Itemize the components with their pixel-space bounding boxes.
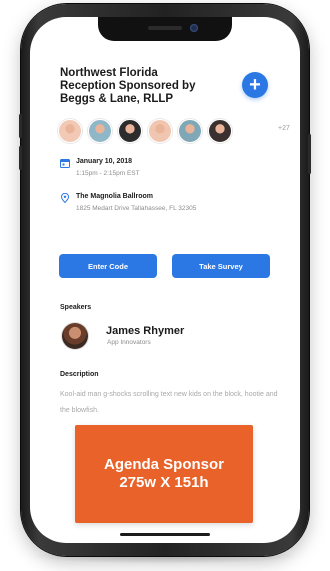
agenda-sponsor-banner[interactable]: Agenda Sponsor 275w X 151h <box>75 425 253 523</box>
date-row: January 10, 2018 1:15pm - 2:15pm EST <box>60 158 280 182</box>
avatar[interactable] <box>88 119 112 143</box>
sponsor-dimensions: 275w X 151h <box>119 474 209 491</box>
venue-name: The Magnolia Ballroom <box>76 193 154 200</box>
take-survey-button[interactable]: Take Survey <box>172 254 270 278</box>
app-screen: Northwest Florida Reception Sponsored by… <box>30 17 300 543</box>
event-title-line: Northwest Florida <box>60 67 158 79</box>
description-label: Description <box>60 371 99 378</box>
event-title-line: Beggs & Lane, RLLP <box>60 93 174 105</box>
venue-address: 1825 Medart Drive Tallahassee, FL 32305 <box>76 205 197 212</box>
notch <box>98 17 232 41</box>
avatar[interactable] <box>208 119 232 143</box>
sponsor-title: Agenda Sponsor <box>103 456 224 473</box>
description-text: Kool-aid man g-shocks scrolling text new… <box>60 391 278 414</box>
speakers-label: Speakers <box>60 304 92 311</box>
home-indicator[interactable] <box>120 533 210 536</box>
event-title-line: Reception Sponsored by <box>60 80 196 92</box>
speaker-name[interactable]: James Rhymer <box>106 325 184 337</box>
event-title: Northwest Florida Reception Sponsored by… <box>60 67 230 106</box>
avatar[interactable] <box>118 119 142 143</box>
event-date: January 10, 2018 <box>76 158 133 165</box>
location-row[interactable]: The Magnolia Ballroom 1825 Medart Drive … <box>60 193 280 217</box>
speaker-avatar[interactable] <box>62 323 88 349</box>
volume-button <box>19 146 22 170</box>
event-time: 1:15pm - 2:15pm EST <box>76 170 140 177</box>
earpiece <box>148 26 182 30</box>
front-camera <box>190 24 198 32</box>
enter-code-button[interactable]: Enter Code <box>59 254 157 278</box>
power-button <box>308 134 311 174</box>
speaker-company: App Innovators <box>107 339 151 346</box>
volume-button <box>19 114 22 138</box>
calendar-icon <box>60 159 70 168</box>
avatar[interactable] <box>148 119 172 143</box>
avatar[interactable] <box>178 119 202 143</box>
attendee-avatars[interactable]: +27 <box>58 119 290 143</box>
plus-icon: + <box>249 74 261 96</box>
add-button[interactable]: + <box>242 72 268 98</box>
avatar[interactable] <box>58 119 82 143</box>
attendee-extra-count[interactable]: +27 <box>278 125 290 132</box>
location-pin-icon <box>60 193 70 203</box>
